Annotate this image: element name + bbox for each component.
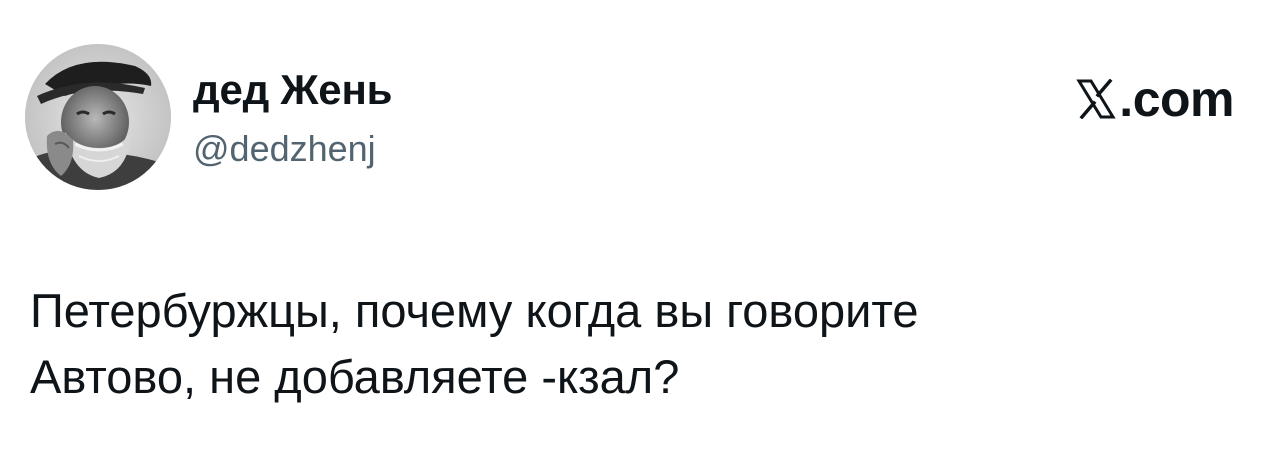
- brand-domain-suffix: .com: [1119, 71, 1234, 127]
- brand-watermark: .com: [1076, 70, 1234, 128]
- author-handle[interactable]: @dedzhenj: [193, 128, 376, 170]
- x-logo-icon: [1076, 78, 1116, 120]
- tweet-card: дед Жень @dedzhenj .com Петербуржцы, поч…: [0, 0, 1284, 457]
- tweet-text-line: Петербуржцы, почему когда вы говорите: [30, 284, 919, 337]
- avatar-portrait-image: [25, 44, 171, 190]
- tweet-text: Петербуржцы, почему когда вы говорите Ав…: [30, 278, 1230, 410]
- avatar[interactable]: [25, 44, 171, 190]
- author-display-name[interactable]: дед Жень: [193, 66, 392, 114]
- tweet-text-line: Автово, не добавляете -кзал?: [30, 350, 680, 403]
